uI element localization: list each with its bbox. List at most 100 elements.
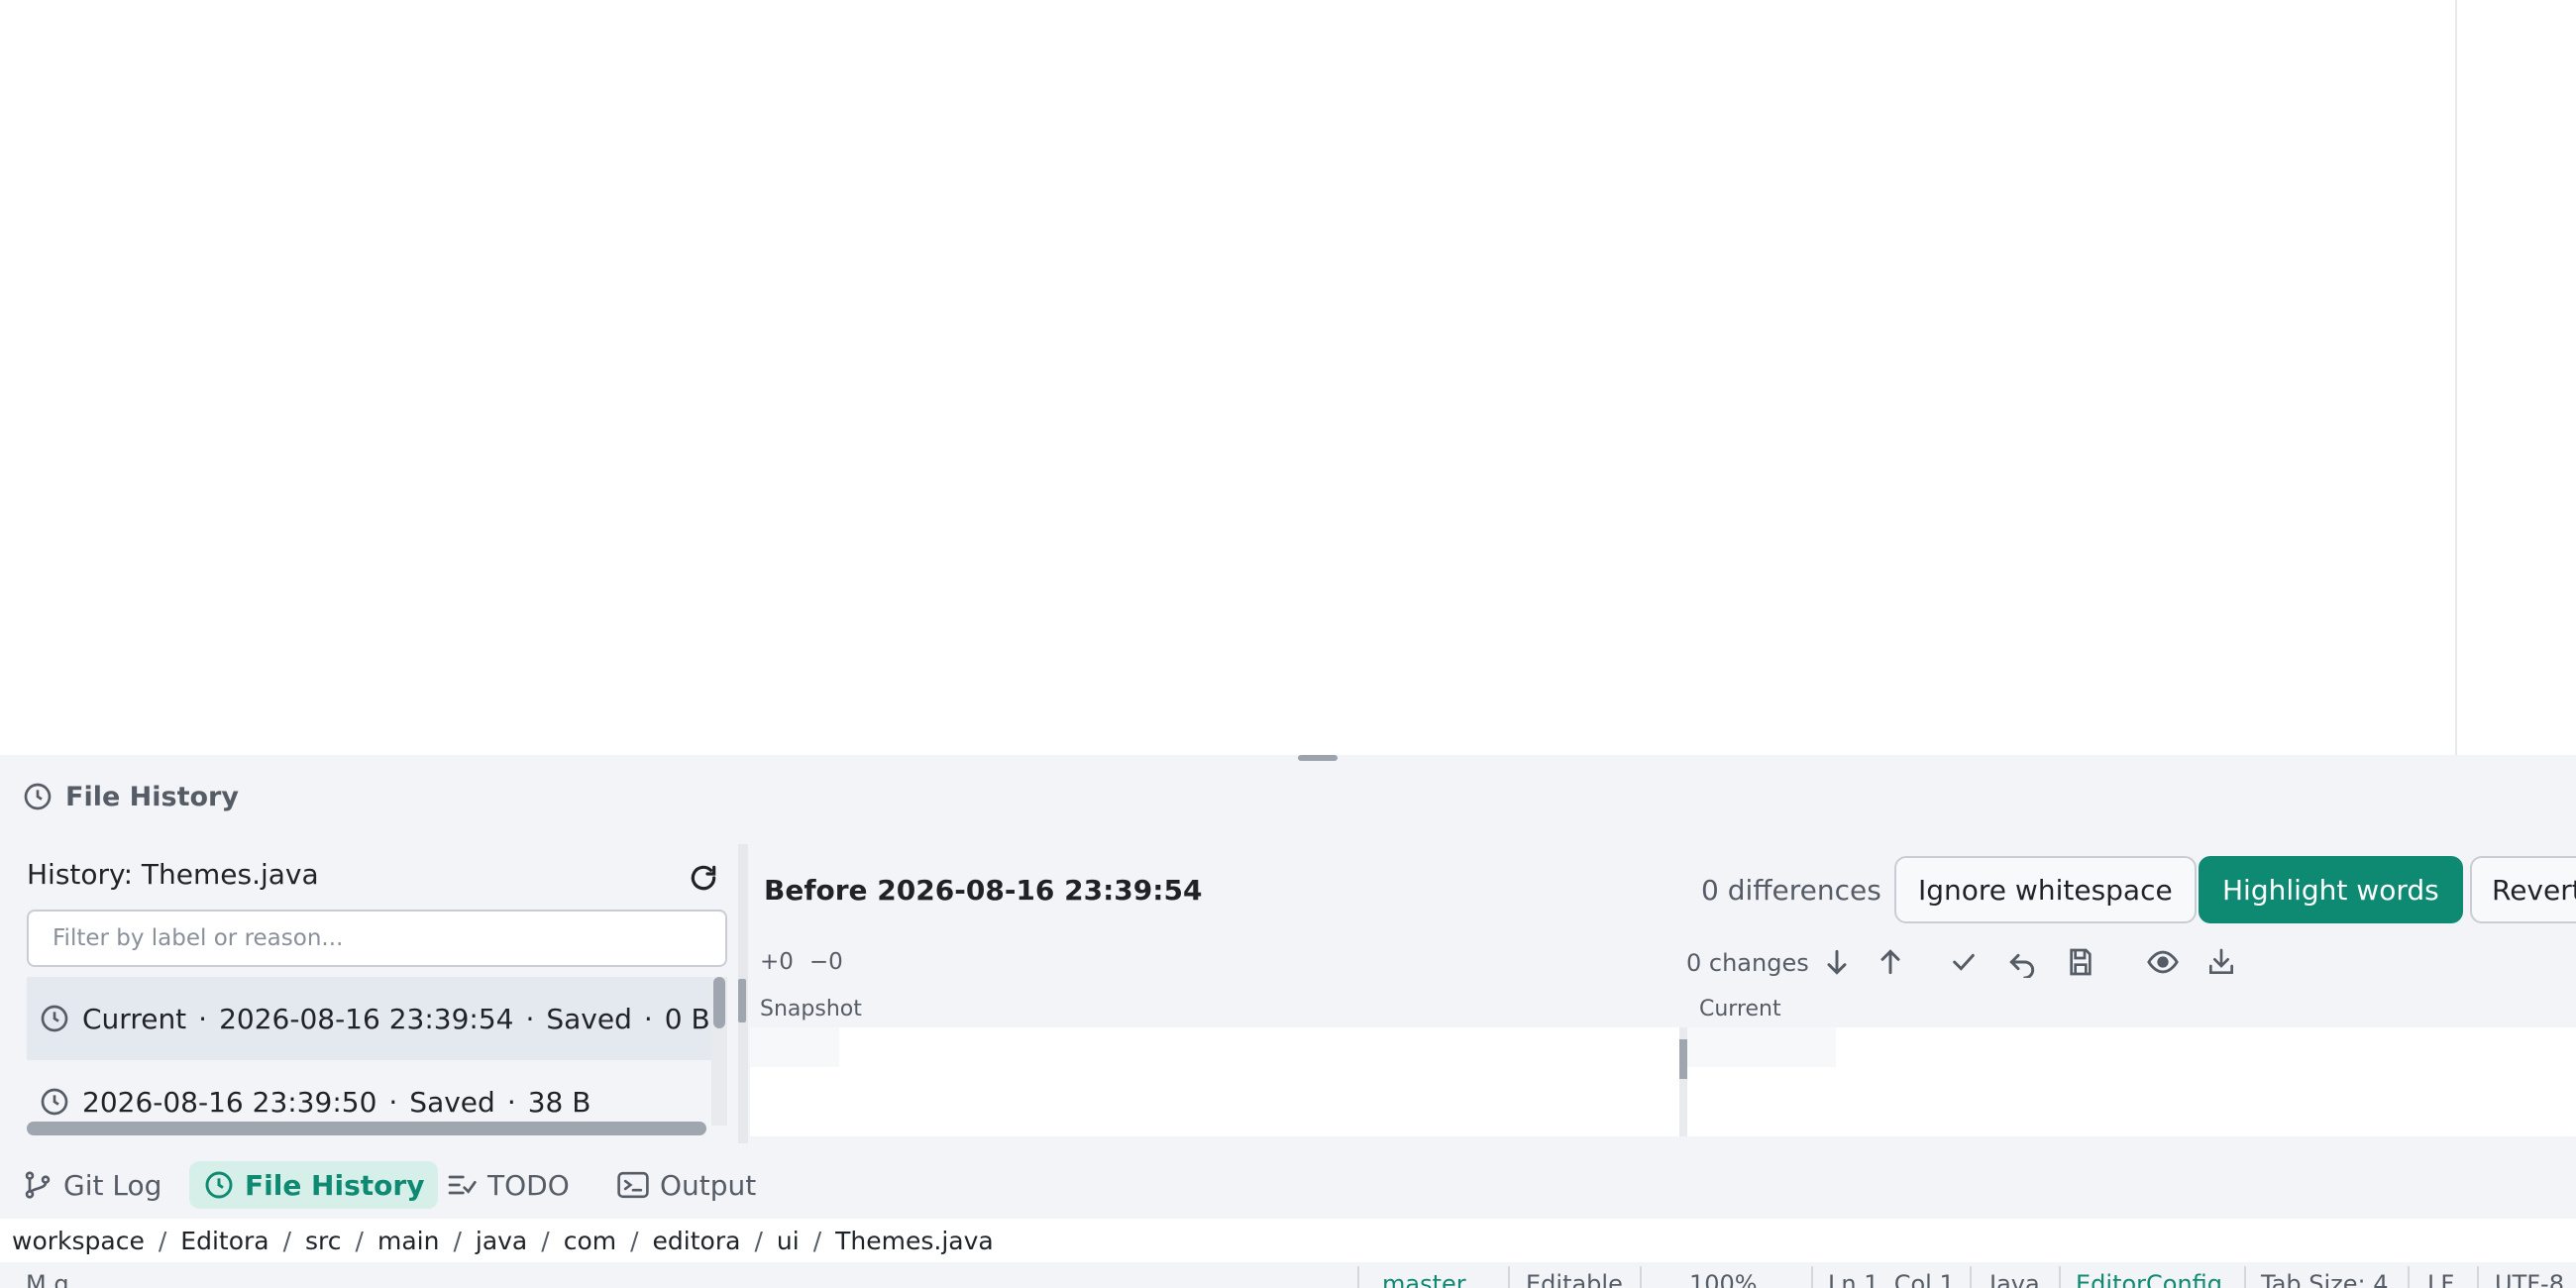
panel-resize-handle[interactable] — [1298, 755, 1338, 761]
splitter-thumb[interactable] — [738, 979, 746, 1022]
tool-window-tabs: Git Log File History TODO Output — [0, 1153, 2576, 1219]
status-separator — [1640, 1266, 1642, 1288]
undo-icon — [2006, 946, 2038, 978]
clock-icon — [203, 1169, 235, 1201]
breadcrumb-item[interactable]: ui — [777, 1227, 800, 1255]
file-history-panel: File History History: Themes.java Curren… — [0, 755, 2576, 1153]
history-title: History: Themes.java — [27, 858, 319, 891]
tab-label: File History — [245, 1168, 425, 1202]
history-row-current[interactable]: Current · 2026-08-16 23:39:54 · Saved · … — [27, 977, 712, 1060]
arrow-up-icon — [1875, 946, 1906, 978]
status-separator — [2244, 1266, 2246, 1288]
status-separator — [1811, 1266, 1813, 1288]
breadcrumb-item[interactable]: main — [377, 1227, 439, 1255]
zoom-level[interactable]: 100% — [1689, 1270, 1758, 1288]
clock-icon — [39, 1003, 70, 1034]
editable-status[interactable]: Editable — [1526, 1270, 1623, 1288]
status-separator — [2477, 1266, 2479, 1288]
git-branch-status[interactable]: master — [1382, 1270, 1466, 1288]
history-horizontal-scrollbar[interactable] — [27, 1122, 706, 1135]
separator: · — [198, 1002, 208, 1035]
history-list: Current · 2026-08-16 23:39:54 · Saved · … — [27, 977, 712, 1126]
export-button[interactable] — [2200, 941, 2242, 983]
checklist-icon — [446, 1169, 478, 1201]
diff-pane: Before 2026-08-16 23:39:54 0 differences… — [748, 844, 2576, 1151]
git-branch-icon — [22, 1169, 54, 1201]
highlight-words-button[interactable]: Highlight words — [2199, 856, 2463, 923]
accept-button[interactable] — [1943, 941, 1985, 983]
language-mode[interactable]: Java — [1989, 1270, 2040, 1288]
download-icon — [2205, 946, 2237, 978]
history-row-reason: Saved — [409, 1085, 495, 1119]
separator: · — [643, 1002, 653, 1035]
history-row-time: 2026-08-16 23:39:50 — [82, 1085, 377, 1119]
history-row-label: Current — [82, 1002, 187, 1035]
status-separator — [2408, 1266, 2410, 1288]
history-filter-input[interactable] — [27, 910, 727, 967]
undo-button[interactable] — [2001, 941, 2043, 983]
history-row[interactable]: 2026-08-16 23:39:50 · Saved · 38 B — [27, 1060, 712, 1126]
breadcrumb-item[interactable]: src — [305, 1227, 342, 1255]
current-label: Current — [1699, 997, 1781, 1021]
scrollbar-thumb[interactable] — [713, 977, 725, 1028]
breadcrumb-item[interactable]: java — [476, 1227, 527, 1255]
tab-label: TODO — [487, 1168, 570, 1202]
panel-title: File History — [65, 781, 239, 812]
encoding[interactable]: UTF-8 — [2495, 1270, 2564, 1288]
breadcrumb-separator: / — [812, 1226, 822, 1255]
status-separator — [2059, 1266, 2061, 1288]
added-lines: +0 — [760, 949, 794, 975]
snapshot-diff-view[interactable] — [750, 1027, 1679, 1136]
breadcrumb-separator: / — [355, 1226, 364, 1255]
history-row-time: 2026-08-16 23:39:54 — [219, 1002, 514, 1035]
breadcrumb-item[interactable]: Themes.java — [835, 1227, 994, 1255]
cursor-position[interactable]: Ln 1, Col 1 — [1828, 1270, 1955, 1288]
history-row-size: 38 B — [527, 1085, 591, 1119]
ignore-whitespace-button[interactable]: Ignore whitespace — [1894, 856, 2197, 923]
breadcrumb-item[interactable]: com — [564, 1227, 616, 1255]
line-ending[interactable]: LF — [2427, 1270, 2454, 1288]
line-gutter — [1687, 1027, 1836, 1067]
removed-lines: −0 — [808, 949, 843, 975]
refresh-button[interactable] — [684, 858, 723, 898]
editor-minimap-divider — [2455, 0, 2457, 755]
preview-button[interactable] — [2142, 941, 2184, 983]
refresh-icon — [688, 862, 719, 894]
diff-scroll-marker[interactable] — [1679, 1027, 1687, 1136]
tab-output[interactable]: Output — [602, 1161, 770, 1209]
separator: · — [388, 1085, 398, 1119]
save-button[interactable] — [2060, 941, 2101, 983]
breadcrumb-item[interactable]: Editora — [180, 1227, 268, 1255]
editor-area[interactable] — [0, 0, 2576, 755]
tab-file-history[interactable]: File History — [189, 1161, 439, 1209]
revert-button[interactable]: Revert — [2470, 856, 2576, 923]
breadcrumb-separator: / — [158, 1226, 167, 1255]
terminal-icon — [616, 1169, 650, 1201]
history-vertical-scrollbar[interactable] — [711, 977, 727, 1126]
breadcrumb: workspace / Editora / src / main / java / com… — [0, 1219, 2576, 1262]
line-gutter — [750, 1027, 839, 1067]
breadcrumb-item[interactable]: editora — [653, 1227, 741, 1255]
check-icon — [1948, 946, 1980, 978]
status-left: M g — [26, 1270, 69, 1288]
status-bar: M g master Editable 100% Ln 1, Col 1 Jav… — [0, 1262, 2576, 1288]
eye-icon — [2146, 945, 2180, 979]
tab-size[interactable]: Tab Size: 4 — [2261, 1270, 2389, 1288]
next-change-button[interactable] — [1816, 941, 1858, 983]
breadcrumb-item[interactable]: workspace — [12, 1227, 145, 1255]
current-diff-view[interactable] — [1687, 1027, 2576, 1136]
history-row-reason: Saved — [546, 1002, 632, 1035]
previous-change-button[interactable] — [1870, 941, 1911, 983]
diff-stats: +0 −0 — [760, 949, 843, 975]
tab-git-log[interactable]: Git Log — [8, 1161, 175, 1209]
clock-icon — [39, 1086, 70, 1118]
history-row-size: 0 B — [664, 1002, 710, 1035]
tab-todo[interactable]: TODO — [432, 1161, 584, 1209]
differences-count: 0 differences — [1701, 874, 1881, 907]
scrollbar-thumb[interactable] — [1679, 1039, 1687, 1079]
editorconfig-status[interactable]: EditorConfig — [2076, 1270, 2222, 1288]
pane-splitter[interactable] — [738, 844, 748, 1143]
status-separator — [1508, 1266, 1510, 1288]
save-icon — [2065, 946, 2096, 978]
arrow-down-icon — [1821, 946, 1853, 978]
